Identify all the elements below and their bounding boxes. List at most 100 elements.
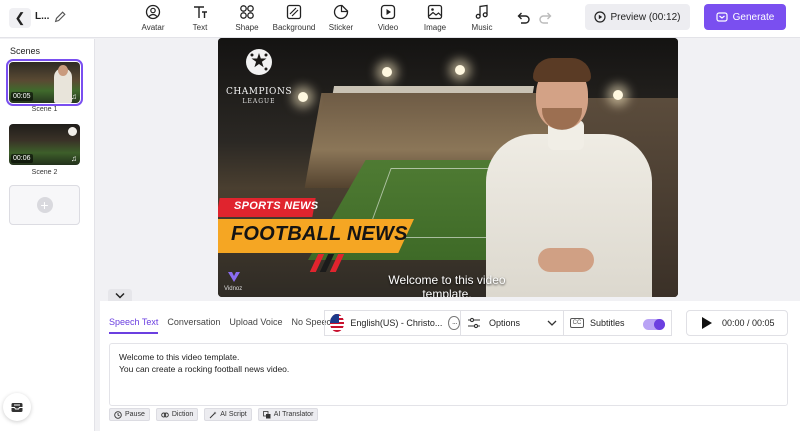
clock-icon	[114, 410, 122, 419]
scene-duration: 00:06	[11, 154, 33, 163]
ai-script-button[interactable]: AI Script	[204, 408, 252, 421]
tab-upload-voice[interactable]: Upload Voice	[229, 317, 282, 334]
script-line[interactable]: You can create a rocking football news v…	[119, 363, 778, 375]
chevron-left-icon: ❮	[14, 10, 26, 25]
toolbar-background-label: Background	[272, 23, 316, 32]
scene-thumbnail-presenter-head	[58, 65, 68, 76]
top-toolbar: ❮ L... Avatar Text Shape Background Stic…	[0, 0, 800, 38]
scenes-title: Scenes	[10, 46, 41, 56]
options-dropdown[interactable]: Options	[460, 310, 564, 336]
league-logo-subtitle: LEAGUE	[242, 98, 276, 105]
preview-button[interactable]: Preview (00:12)	[585, 4, 690, 30]
tab-conversation[interactable]: Conversation	[167, 317, 220, 334]
presenter-hair	[533, 58, 591, 82]
floodlight	[613, 90, 623, 100]
options-label: Options	[489, 318, 521, 328]
scene-thumbnail-1[interactable]: 00:05 ♫	[6, 59, 83, 106]
pause-label: Pause	[125, 411, 145, 418]
speech-tabs: Speech Text Conversation Upload Voice No…	[109, 317, 336, 334]
more-options-icon[interactable]: ···	[448, 316, 460, 330]
ai-translator-button[interactable]: AI Translator	[257, 408, 319, 421]
sliders-icon	[468, 317, 480, 329]
toolbar-sticker-button[interactable]: Sticker	[316, 4, 366, 32]
toolbar-video-button[interactable]: Video	[363, 4, 413, 32]
voice-label: English(US) - Christo...	[350, 318, 443, 328]
inbox-icon	[11, 403, 23, 412]
script-actions: Pause Diction AI Script AI Translator	[109, 408, 319, 421]
sticker-icon	[333, 4, 349, 20]
text-icon	[194, 6, 207, 18]
preview-label: Preview (00:12)	[610, 11, 681, 23]
generate-icon	[716, 12, 728, 22]
translate-icon	[262, 410, 271, 418]
avatar	[68, 127, 77, 136]
football-news-text[interactable]: FOOTBALL NEWS	[231, 223, 408, 246]
toolbar-image-label: Image	[423, 23, 447, 32]
chevron-down-icon	[115, 292, 125, 299]
audio-playback-control[interactable]: 00:00 / 00:05	[686, 310, 788, 336]
play-icon[interactable]	[702, 317, 712, 329]
shape-icon	[240, 5, 254, 19]
script-line[interactable]: Welcome to this video template.	[119, 351, 778, 363]
toolbar-music-button[interactable]: Music	[457, 4, 507, 32]
background-icon	[286, 4, 302, 20]
ai-translator-label: AI Translator	[273, 411, 314, 418]
us-flag-icon	[330, 314, 345, 332]
toolbar-avatar-button[interactable]: Avatar	[128, 4, 178, 32]
chevron-down-icon	[547, 320, 557, 326]
league-logo-title: CHAMPIONS	[226, 87, 292, 97]
closed-caption-icon: CC	[570, 318, 584, 328]
sports-news-text[interactable]: SPORTS NEWS	[234, 200, 318, 212]
scene-thumbnail-2[interactable]: 00:06 ♫	[9, 124, 80, 165]
pause-button[interactable]: Pause	[109, 408, 150, 421]
scene-label: Scene 1	[31, 106, 58, 113]
toolbar-avatar-label: Avatar	[141, 23, 165, 32]
music-note-icon: ♫	[71, 154, 77, 163]
star-ball-logo-icon	[246, 49, 272, 75]
subtitles-control: CC Subtitles	[564, 310, 672, 336]
subtitles-toggle[interactable]	[643, 319, 665, 330]
redo-icon[interactable]	[538, 10, 554, 26]
watermark-text: Vidnoz	[224, 286, 243, 292]
subtitle-caption[interactable]: Welcome to this video template.	[368, 273, 526, 297]
play-circle-icon	[594, 11, 607, 23]
toolbar-image-button[interactable]: Image	[410, 4, 460, 32]
voice-selector[interactable]: English(US) - Christo... ···	[324, 310, 460, 336]
collapse-panel-button[interactable]	[108, 289, 132, 301]
generate-label: Generate	[732, 11, 775, 23]
back-button[interactable]: ❮	[9, 8, 31, 28]
subtitles-label: Subtitles	[590, 318, 625, 328]
floodlight	[382, 67, 392, 77]
plus-icon: +	[36, 197, 53, 213]
diction-button[interactable]: Diction	[155, 408, 199, 421]
ai-script-label: AI Script	[220, 411, 247, 418]
toolbar-video-label: Video	[377, 23, 399, 32]
toolbar-shape-label: Shape	[235, 23, 259, 32]
tab-speech-text[interactable]: Speech Text	[109, 317, 159, 334]
speech-text-editor[interactable]: Welcome to this video template. You can …	[109, 343, 788, 406]
add-scene-button[interactable]: +	[9, 185, 80, 225]
toolbar-text-button[interactable]: Text	[175, 4, 225, 32]
presenter-hands	[538, 248, 594, 272]
toolbar-music-label: Music	[471, 23, 493, 32]
generate-button[interactable]: Generate	[704, 4, 786, 30]
toolbar-background-button[interactable]: Background	[269, 4, 319, 32]
video-canvas[interactable]: CHAMPIONS LEAGUE SPORTS NEWS FOOTBALL NE…	[218, 38, 678, 297]
scene-label: Scene 2	[31, 169, 58, 176]
diction-label: Diction	[171, 411, 194, 418]
music-note-icon: ♫	[71, 92, 77, 101]
toolbar-text-label: Text	[192, 23, 208, 32]
avatar-icon	[145, 4, 161, 20]
help-button[interactable]	[3, 393, 31, 421]
scenes-sidebar: Scenes 00:05 ♫ Scene 1 00:06 ♫ Scene 2 +	[0, 39, 95, 431]
speech-panel: Speech Text Conversation Upload Voice No…	[100, 301, 800, 431]
magic-wand-icon	[209, 411, 217, 418]
toolbar-sticker-label: Sticker	[328, 23, 354, 32]
floodlight	[298, 92, 308, 102]
project-title[interactable]: L...	[35, 11, 49, 22]
pencil-icon[interactable]	[53, 10, 67, 24]
undo-icon[interactable]	[515, 10, 531, 26]
link-icon	[161, 412, 169, 417]
toolbar-shape-button[interactable]: Shape	[222, 4, 272, 32]
video-icon	[380, 4, 396, 20]
